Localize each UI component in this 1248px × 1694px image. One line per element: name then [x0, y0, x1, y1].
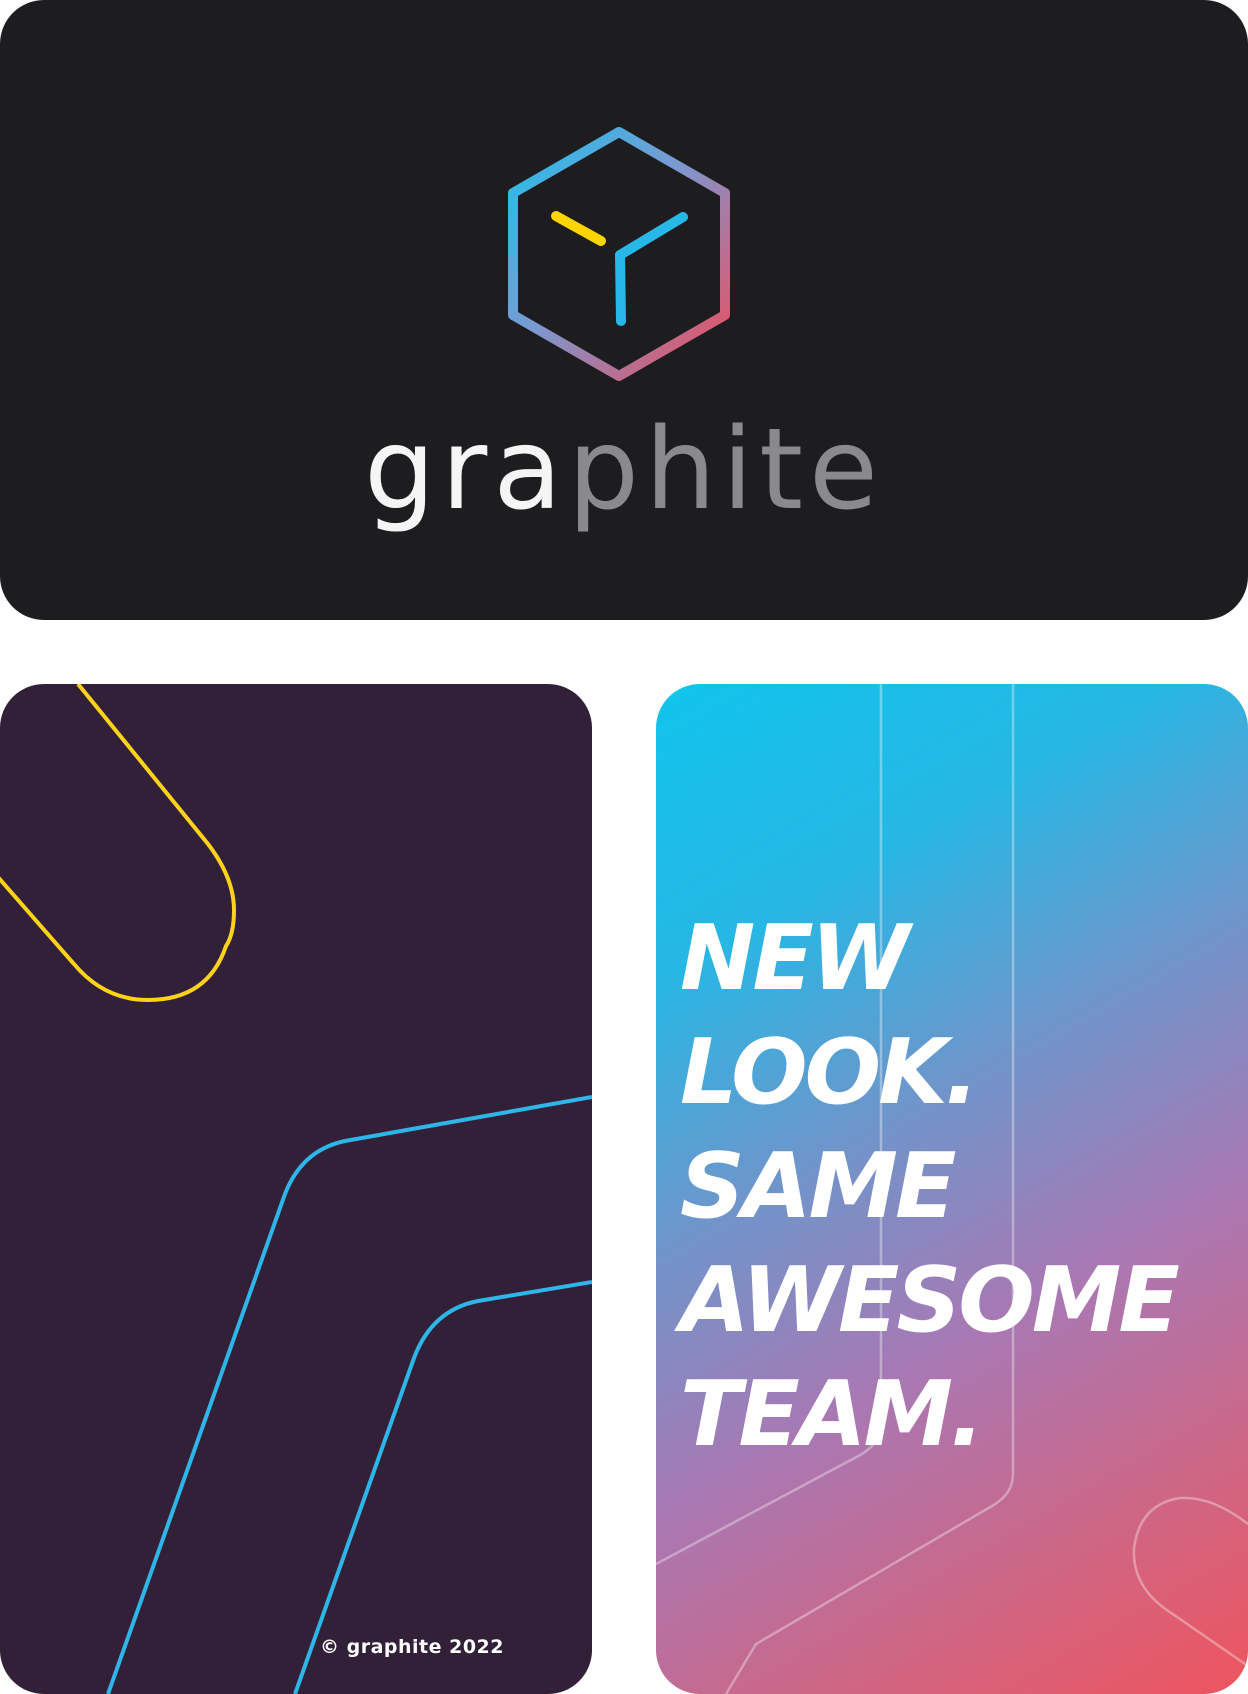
- slogan-line: AWESOME: [680, 1248, 1180, 1353]
- pattern-card: © graphite 2022: [0, 684, 592, 1694]
- copyright-text: © graphite 2022: [319, 1636, 504, 1658]
- slogan-card: NEW LOOK. SAME AWESOME TEAM.: [656, 684, 1248, 1694]
- wordmark-dark-part: phite: [567, 405, 884, 535]
- line-pattern-graphic: [0, 684, 592, 1694]
- slogan-line: TEAM.: [680, 1362, 984, 1467]
- slogan-line: SAME: [680, 1134, 957, 1239]
- wordmark-light-part: gra: [364, 405, 568, 535]
- slogan-headline: NEW LOOK. SAME AWESOME TEAM.: [680, 902, 1240, 1472]
- wordmark: graphite: [0, 405, 1248, 535]
- slogan-line: NEW: [680, 906, 910, 1011]
- logo-card: graphite: [0, 0, 1248, 620]
- slogan-line: LOOK.: [680, 1020, 979, 1125]
